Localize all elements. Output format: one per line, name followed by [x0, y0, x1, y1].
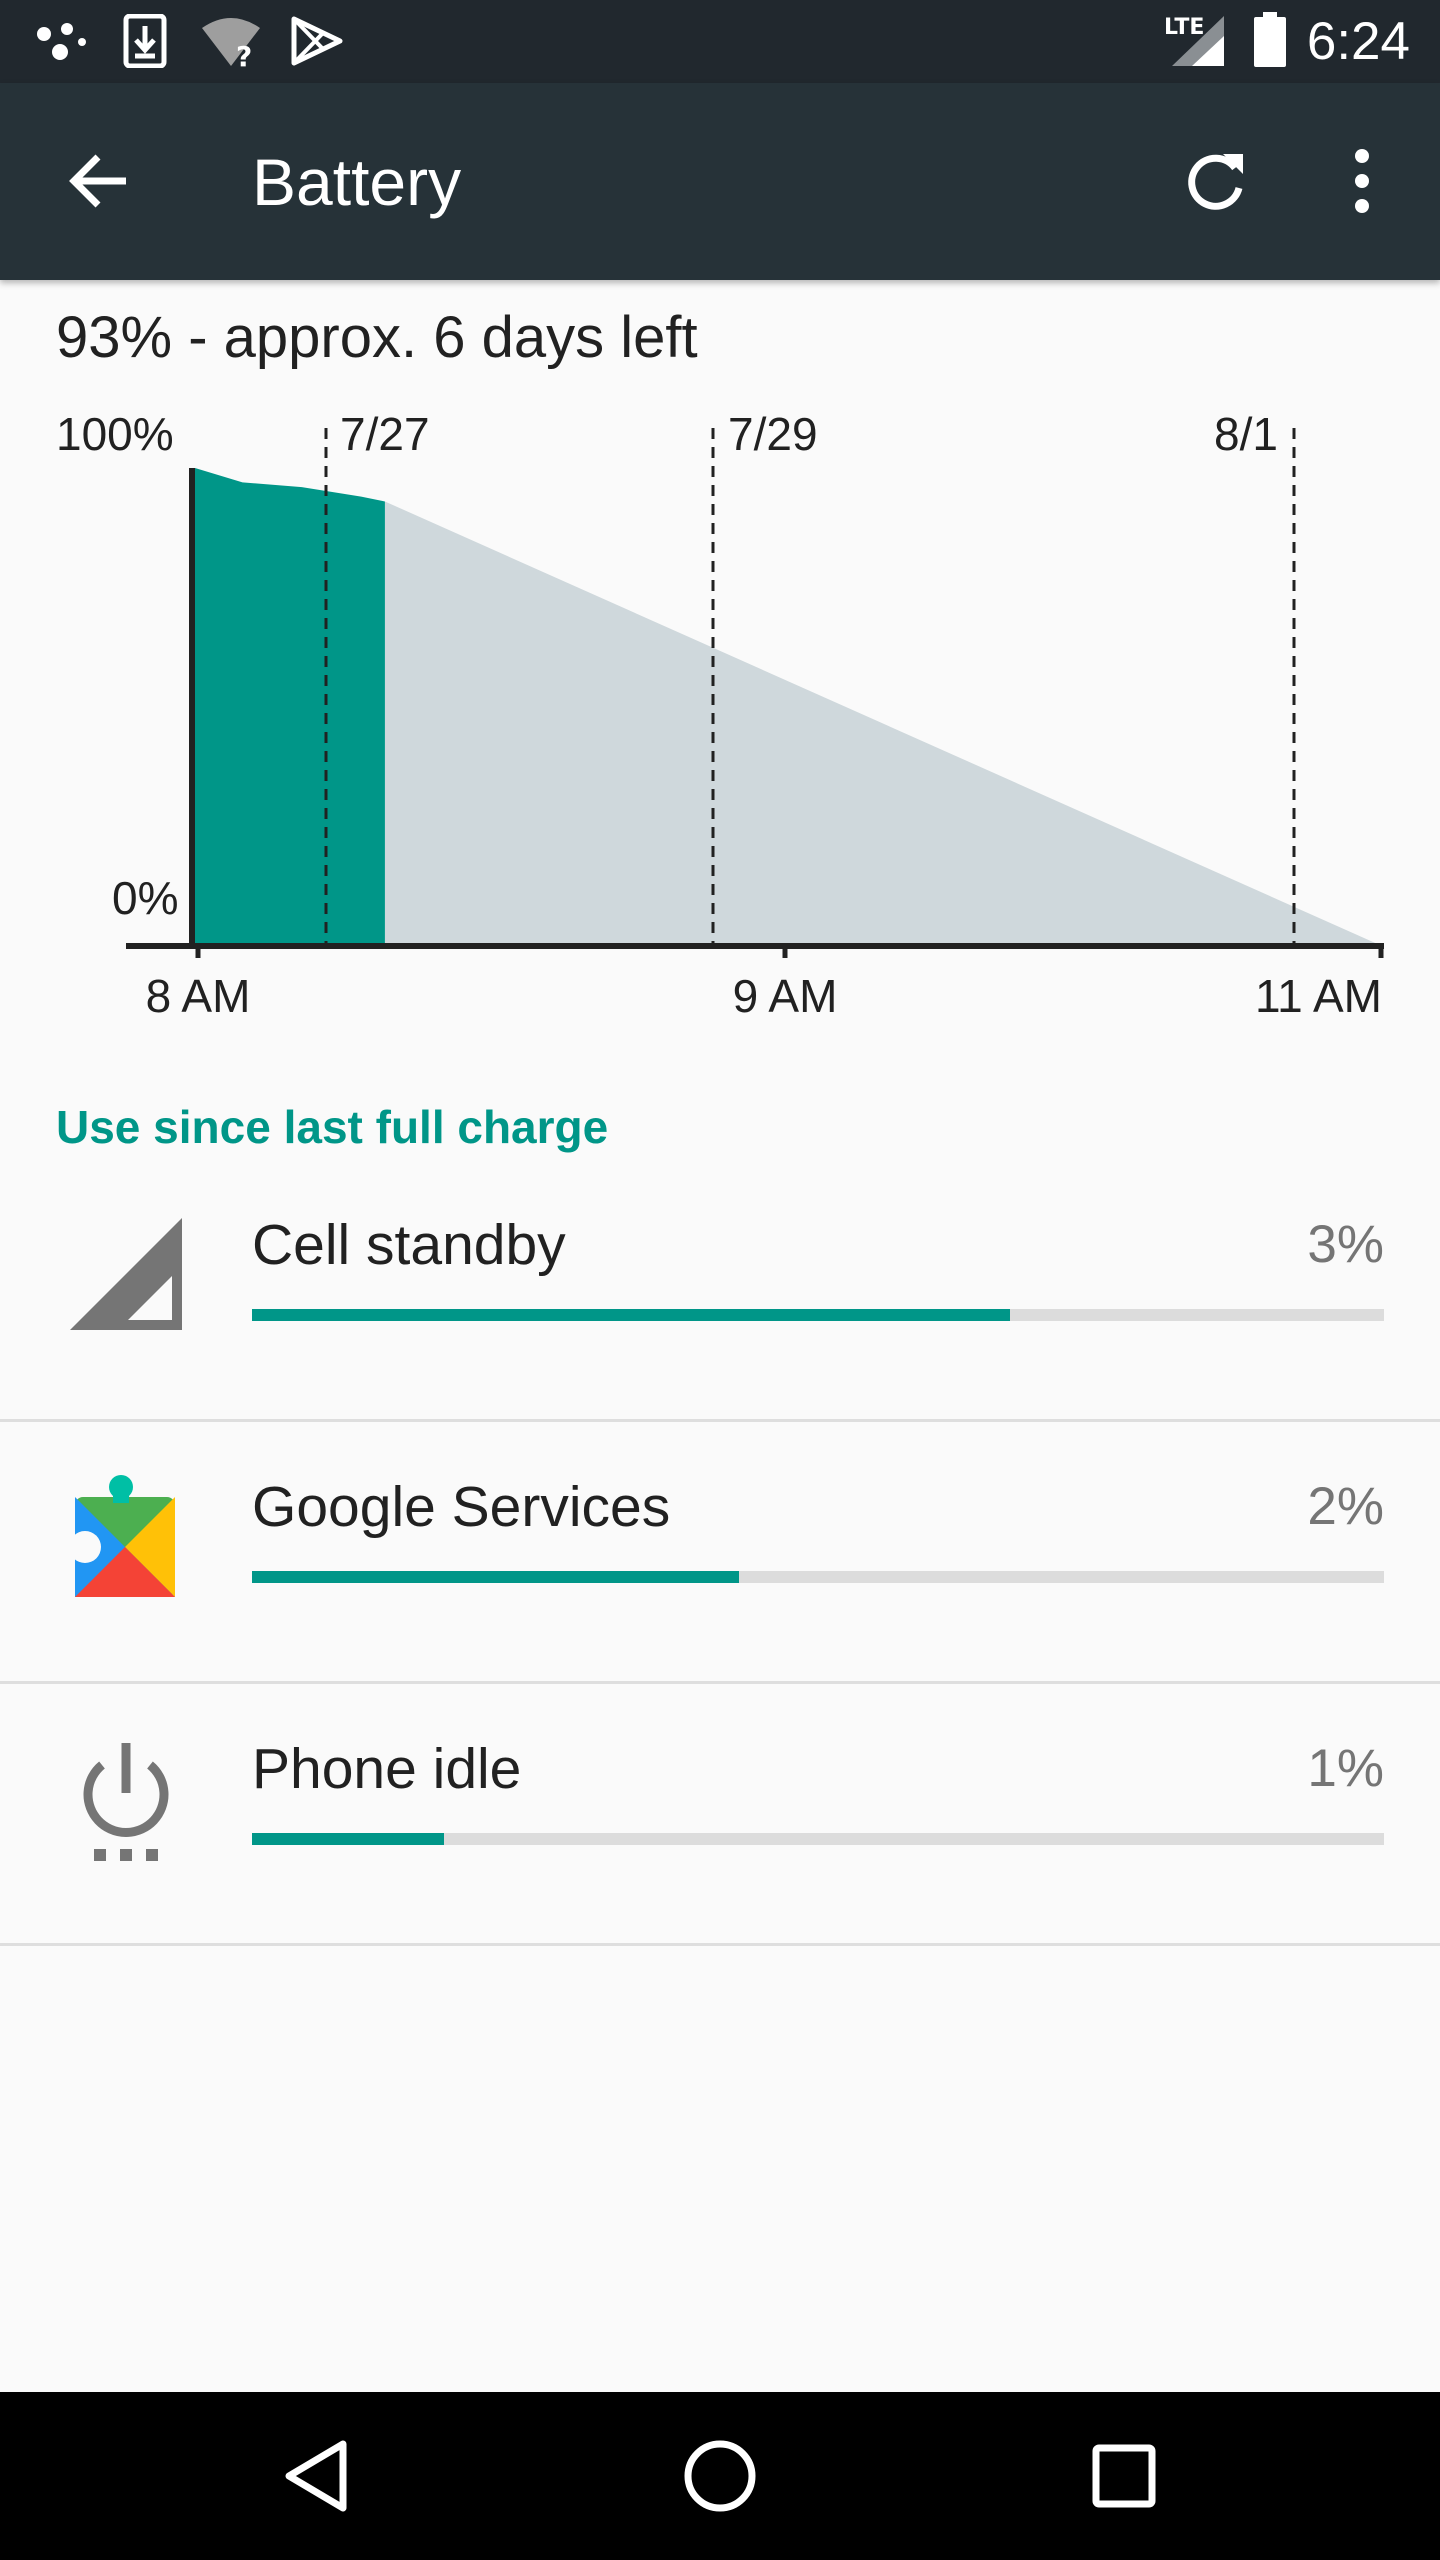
back-triangle-icon: [285, 2440, 347, 2512]
wifi-unknown-icon: ?: [202, 18, 260, 68]
actual-area: [195, 468, 385, 946]
usage-item-phone-idle[interactable]: Phone idle 1%: [0, 1684, 1440, 1946]
battery-summary: 93% - approx. 6 days left: [56, 305, 698, 370]
status-bar: ? LTE 6:24: [0, 0, 1440, 83]
usage-label: Google Services: [252, 1475, 671, 1539]
y-label-top: 100%: [56, 408, 174, 460]
svg-text:?: ?: [236, 40, 252, 68]
usage-label: Cell standby: [252, 1213, 566, 1277]
usage-bar: [252, 1833, 1384, 1845]
nav-recents-button[interactable]: [1064, 2416, 1184, 2536]
x-label-2: 9 AM: [733, 970, 838, 1022]
usage-item-google-services[interactable]: Google Services 2%: [0, 1422, 1440, 1684]
x-label-1: 8 AM: [146, 970, 251, 1022]
usage-bar: [252, 1571, 1384, 1583]
usage-percent: 3%: [1307, 1215, 1384, 1274]
back-arrow-icon: [69, 154, 126, 208]
battery-icon: [1254, 12, 1286, 67]
navigation-bar: [0, 2392, 1440, 2560]
projected-area: [384, 501, 1382, 946]
usage-bar-fill: [252, 1571, 739, 1583]
usage-bar: [252, 1309, 1384, 1321]
cell-signal-icon: [60, 1210, 192, 1342]
status-time: 6:24: [1306, 12, 1410, 71]
download-icon: [123, 14, 167, 68]
google-services-icon: [60, 1472, 192, 1604]
overflow-menu-icon: [1355, 149, 1369, 213]
assistant-icon: [37, 23, 86, 60]
play-store-icon: [291, 16, 343, 66]
date-marker-2: 7/29: [728, 408, 818, 460]
date-marker-3: 8/1: [1214, 408, 1278, 460]
nav-home-button[interactable]: [660, 2416, 780, 2536]
usage-bar-fill: [252, 1833, 445, 1845]
page-title: Battery: [252, 145, 462, 219]
usage-percent: 1%: [1307, 1739, 1384, 1798]
section-header: Use since last full charge: [56, 1101, 609, 1153]
usage-item-cell-standby[interactable]: Cell standby 3%: [0, 1160, 1440, 1422]
nav-back-button[interactable]: [256, 2416, 376, 2536]
usage-label: Phone idle: [252, 1737, 522, 1801]
home-circle-icon: [684, 2440, 756, 2512]
refresh-icon: [1188, 154, 1243, 210]
usage-bar-fill: [252, 1309, 1011, 1321]
back-button[interactable]: [50, 133, 146, 229]
date-marker-1: 7/27: [340, 408, 430, 460]
app-bar: Battery: [0, 83, 1440, 280]
recents-square-icon: [1092, 2444, 1156, 2508]
x-label-3: 11 AM: [1255, 970, 1382, 1022]
power-idle-icon: [60, 1734, 192, 1866]
y-label-bottom: 0%: [112, 872, 178, 924]
battery-chart: 100% 0% 7/27 7/29 8/1 8 AM 9 AM 11 AM: [56, 408, 1384, 1022]
refresh-button[interactable]: [1168, 133, 1264, 229]
usage-percent: 2%: [1307, 1477, 1384, 1536]
overflow-menu-button[interactable]: [1314, 133, 1410, 229]
cell-signal-icon: [1172, 16, 1224, 66]
